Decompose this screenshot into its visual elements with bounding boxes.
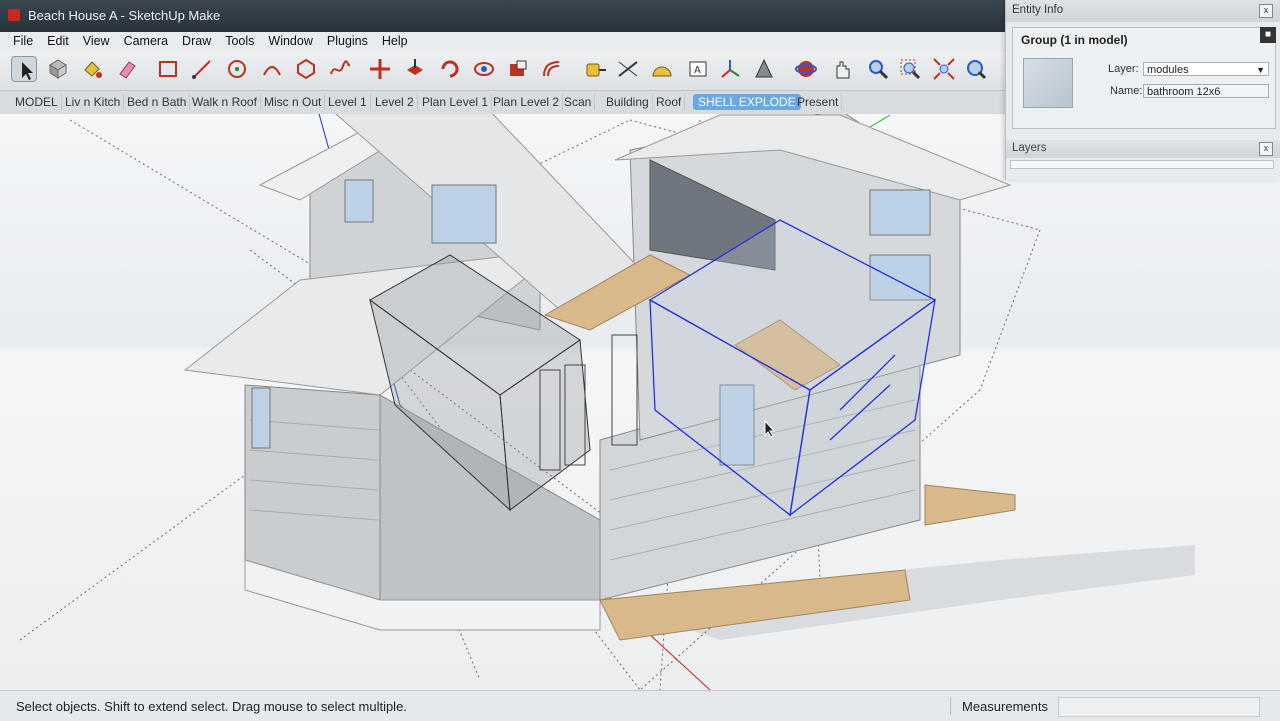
svg-text:A: A: [694, 65, 701, 76]
model-viewport[interactable]: [0, 114, 1280, 690]
pan-tool-icon[interactable]: [829, 56, 855, 82]
menu-edit[interactable]: Edit: [40, 32, 76, 48]
text-tool-icon[interactable]: A: [685, 56, 711, 82]
previous-view-icon[interactable]: [963, 56, 989, 82]
material-thumbnail[interactable]: [1023, 58, 1073, 108]
window-title: Beach House A - SketchUp Make: [28, 8, 221, 23]
menu-help[interactable]: Help: [375, 32, 415, 48]
measurements-label: Measurements: [962, 699, 1048, 714]
move-tool-icon[interactable]: [367, 56, 393, 82]
scale-tool-icon[interactable]: [505, 56, 531, 82]
tab-misc-n-out[interactable]: Misc n Out: [261, 94, 326, 110]
status-bar: Select objects. Shift to extend select. …: [0, 690, 1280, 721]
entity-group-box: Group (1 in model) Layer: modules ▼ Name…: [1012, 27, 1276, 129]
tab-model[interactable]: MODEL: [12, 94, 62, 110]
menu-bar: File Edit View Camera Draw Tools Window Plugins…: [0, 32, 1005, 52]
3d-text-icon[interactable]: [751, 56, 777, 82]
measurements-input[interactable]: [1058, 697, 1260, 717]
rectangle-tool-icon[interactable]: [155, 56, 181, 82]
layers-scroll-bar[interactable]: [1010, 160, 1274, 169]
name-field[interactable]: bathroom 12x6: [1143, 84, 1269, 98]
tab-liv-n-kitch[interactable]: Liv n Kitch: [62, 94, 125, 110]
layers-close-icon[interactable]: x: [1259, 142, 1273, 156]
title-bar: Beach House A - SketchUp Make: [0, 0, 1005, 32]
status-message: Select objects. Shift to extend select. …: [16, 699, 407, 714]
rotate-tool-icon[interactable]: [437, 56, 463, 82]
house-model-drawing: [19, 114, 1195, 690]
orbit-tool-icon[interactable]: [793, 56, 819, 82]
menu-camera[interactable]: Camera: [117, 32, 175, 48]
menu-file[interactable]: File: [0, 32, 40, 48]
toggle-details-icon[interactable]: ■: [1260, 27, 1276, 43]
layers-title: Layers: [1012, 142, 1047, 154]
tab-building[interactable]: Building: [603, 94, 653, 110]
entity-info-title: Entity Info: [1012, 4, 1064, 16]
circle-tool-icon[interactable]: [224, 56, 250, 82]
freehand-tool-icon[interactable]: [327, 56, 353, 82]
tab-bed-n-bath[interactable]: Bed n Bath: [124, 94, 191, 110]
chevron-down-icon[interactable]: ▼: [1256, 63, 1265, 77]
tab-walk-n-roof[interactable]: Walk n Roof: [189, 94, 261, 110]
menu-tools[interactable]: Tools: [218, 32, 261, 48]
tab-roof[interactable]: Roof: [653, 94, 686, 110]
menu-plugins[interactable]: Plugins: [320, 32, 375, 48]
arc-tool-icon[interactable]: [259, 56, 285, 82]
zoom-window-icon[interactable]: [897, 56, 923, 82]
paint-bucket-icon[interactable]: [79, 56, 105, 82]
status-divider: [950, 697, 951, 715]
dimension-tool-icon[interactable]: [615, 56, 641, 82]
entity-info-header[interactable]: Entity Info x: [1006, 0, 1280, 22]
layers-header[interactable]: Layers x: [1006, 140, 1280, 158]
mouse-cursor-icon: [764, 420, 776, 438]
line-tool-icon[interactable]: [189, 56, 215, 82]
axes-tool-icon[interactable]: [717, 56, 743, 82]
sketchup-logo-icon: [8, 9, 20, 21]
entity-info-panel: Entity Info x Group (1 in model) Layer: …: [1005, 0, 1280, 180]
polygon-tool-icon[interactable]: [293, 56, 319, 82]
close-icon[interactable]: x: [1259, 4, 1273, 18]
offset-tool-icon[interactable]: [539, 56, 565, 82]
scene-tabs: MODEL Liv n Kitch Bed n Bath Walk n Roof…: [0, 92, 1005, 112]
menu-view[interactable]: View: [76, 32, 117, 48]
tab-shell-explode[interactable]: SHELL EXPLODE: [693, 94, 801, 110]
tab-scan[interactable]: Scan: [561, 94, 596, 110]
tab-plan-level-1[interactable]: Plan Level 1: [419, 94, 493, 110]
zoom-tool-icon[interactable]: [865, 56, 891, 82]
tape-measure-icon[interactable]: [583, 56, 609, 82]
layer-dropdown[interactable]: modules ▼: [1143, 62, 1269, 76]
select-tool-icon[interactable]: [11, 56, 37, 82]
push-pull-icon[interactable]: [402, 56, 428, 82]
tab-level-1[interactable]: Level 1: [325, 94, 371, 110]
tab-plan-level-2[interactable]: Plan Level 2: [490, 94, 564, 110]
group-title: Group (1 in model): [1021, 33, 1128, 47]
component-tool-icon[interactable]: [45, 56, 71, 82]
tab-present[interactable]: Present: [794, 94, 843, 110]
follow-me-icon[interactable]: [471, 56, 497, 82]
menu-draw[interactable]: Draw: [175, 32, 218, 48]
layer-value: modules: [1147, 64, 1189, 76]
protractor-icon[interactable]: [649, 56, 675, 82]
tab-level-2[interactable]: Level 2: [372, 94, 418, 110]
layer-label: Layer:: [1108, 63, 1139, 75]
eraser-icon[interactable]: [114, 56, 140, 82]
zoom-extents-icon[interactable]: [931, 56, 957, 82]
menu-window[interactable]: Window: [261, 32, 319, 48]
name-label: Name:: [1110, 85, 1143, 97]
